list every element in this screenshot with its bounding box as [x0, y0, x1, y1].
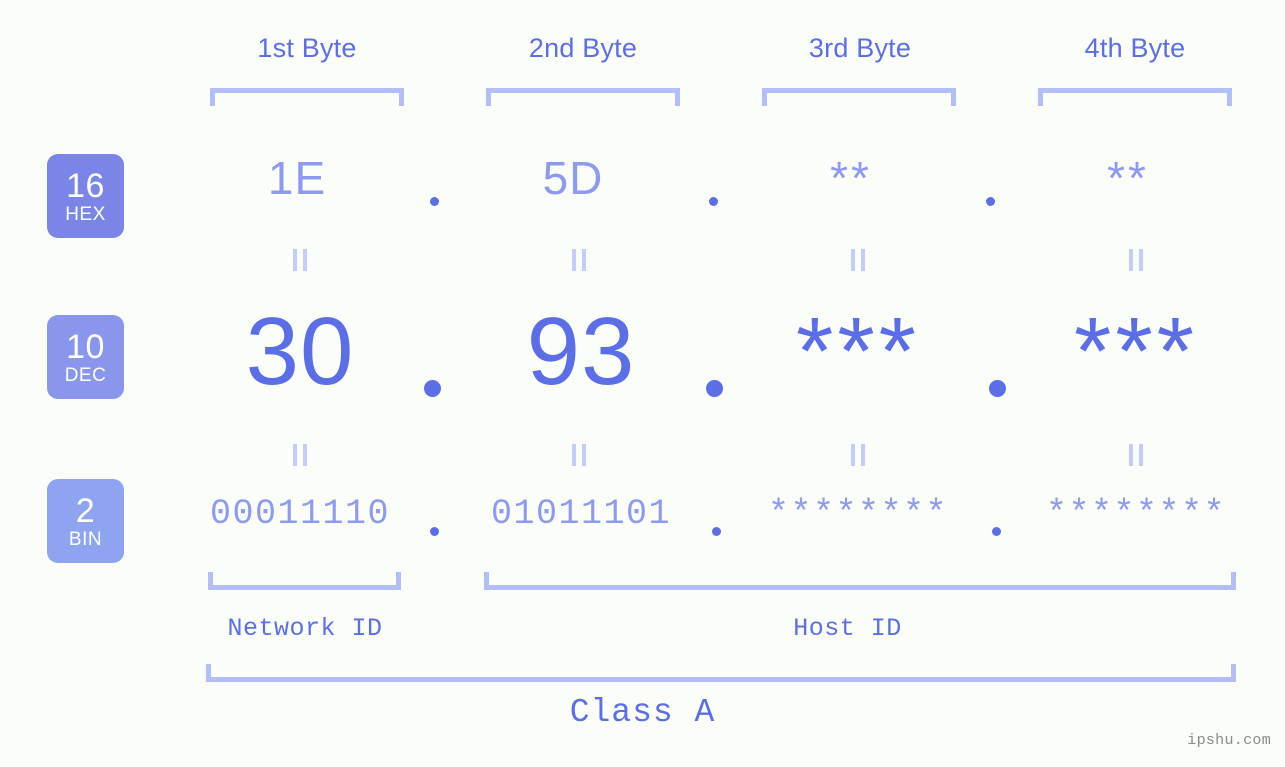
- dec-byte-1: 30: [245, 298, 355, 405]
- bin-separator-dot-1: [430, 527, 439, 536]
- equals-mark-dec-bin-1: [293, 444, 307, 466]
- base-badge-bin: 2 BIN: [47, 479, 124, 563]
- equals-mark-hex-dec-1: [293, 249, 307, 271]
- equals-mark-hex-dec-2: [572, 249, 586, 271]
- bin-byte-2: 01011101: [490, 494, 672, 534]
- byte-bracket-top-2: [486, 88, 680, 106]
- dec-byte-3: ***: [795, 298, 921, 405]
- dec-separator-dot-2: [706, 380, 723, 397]
- dec-byte-4: ***: [1073, 298, 1199, 405]
- equals-mark-hex-dec-4: [1129, 249, 1143, 271]
- byte-bracket-top-4: [1038, 88, 1232, 106]
- host-id-label: Host ID: [793, 614, 902, 643]
- byte-header-1: 1st Byte: [257, 33, 357, 63]
- hex-separator-dot-3: [986, 197, 995, 206]
- byte-bracket-top-1: [210, 88, 404, 106]
- host-id-bracket: [484, 572, 1236, 590]
- base-badge-dec-number: 10: [66, 327, 105, 366]
- base-badge-dec-name: DEC: [64, 364, 107, 386]
- dec-separator-dot-3: [989, 380, 1006, 397]
- hex-separator-dot-2: [709, 197, 718, 206]
- network-id-label: Network ID: [227, 614, 383, 643]
- bin-byte-3: ********: [767, 494, 949, 534]
- byte-header-4: 4th Byte: [1084, 33, 1186, 63]
- hex-byte-4: **: [1107, 152, 1149, 204]
- dec-byte-2: 93: [526, 298, 636, 405]
- ip-byte-breakdown-diagram: 1st Byte 2nd Byte 3rd Byte 4th Byte 16 H…: [0, 0, 1285, 767]
- equals-mark-dec-bin-3: [851, 444, 865, 466]
- bin-byte-4: ********: [1045, 494, 1227, 534]
- bin-byte-1: 00011110: [209, 494, 391, 534]
- base-badge-hex: 16 HEX: [47, 154, 124, 238]
- network-id-bracket: [208, 572, 401, 590]
- base-badge-hex-number: 16: [66, 166, 105, 205]
- equals-mark-hex-dec-3: [851, 249, 865, 271]
- hex-byte-2: 5D: [542, 152, 604, 204]
- hex-separator-dot-1: [430, 197, 439, 206]
- class-bracket: [206, 664, 1236, 682]
- byte-header-3: 3rd Byte: [808, 33, 912, 63]
- base-badge-dec: 10 DEC: [47, 315, 124, 399]
- bin-separator-dot-2: [712, 527, 721, 536]
- byte-bracket-top-3: [762, 88, 956, 106]
- dec-separator-dot-1: [424, 380, 441, 397]
- hex-byte-3: **: [830, 152, 872, 204]
- base-badge-hex-name: HEX: [65, 203, 106, 225]
- hex-byte-1: 1E: [267, 152, 327, 204]
- base-badge-bin-name: BIN: [68, 528, 103, 550]
- class-label: Class A: [569, 694, 716, 731]
- equals-mark-dec-bin-2: [572, 444, 586, 466]
- site-watermark: ipshu.com: [1187, 732, 1271, 749]
- equals-mark-dec-bin-4: [1129, 444, 1143, 466]
- bin-separator-dot-3: [992, 527, 1001, 536]
- base-badge-bin-number: 2: [75, 491, 96, 530]
- byte-header-2: 2nd Byte: [528, 33, 638, 63]
